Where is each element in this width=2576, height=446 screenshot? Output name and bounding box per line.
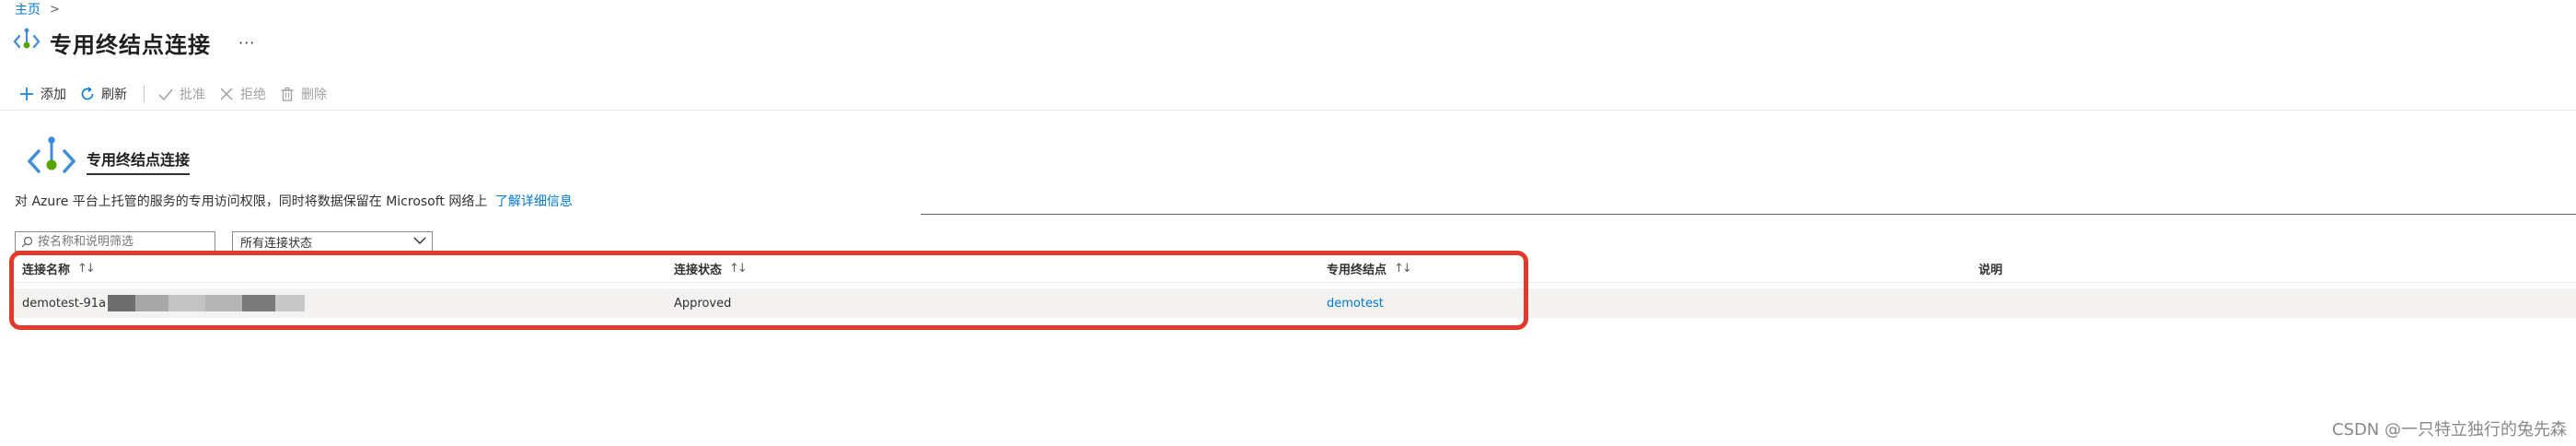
description-divider [921, 214, 2576, 215]
redacted-mosaic [108, 295, 306, 311]
connection-status-dropdown[interactable]: 所有连接状态 [232, 231, 433, 252]
connection-status-cell: Approved [674, 296, 732, 311]
approve-button[interactable]: 批准 [157, 85, 205, 103]
more-options-button[interactable]: ··· [238, 34, 255, 52]
sort-icon: ↑↓ [1394, 261, 1412, 276]
add-button[interactable]: 添加 [18, 85, 66, 103]
table-header-row: 连接名称 ↑↓ 连接状态 ↑↓ 专用终结点 ↑↓ 说明 [11, 254, 2576, 283]
column-header-private-endpoint[interactable]: 专用终结点 ↑↓ [1327, 254, 1412, 282]
toolbar-divider-line [0, 110, 2576, 111]
add-button-label: 添加 [41, 88, 66, 102]
private-endpoint-link[interactable]: demotest [1327, 297, 1384, 311]
section-description: 对 Azure 平台上托管的服务的专用访问权限，同时将数据保留在 Microso… [15, 192, 573, 210]
breadcrumb-separator: > [50, 2, 60, 17]
section-title: 专用终结点连接 [87, 147, 191, 175]
trash-icon [279, 86, 296, 102]
connection-status-selected: 所有连接状态 [240, 236, 313, 251]
checkmark-icon [157, 86, 174, 102]
watermark: CSDN @一只特立独行的兔先森 [2331, 420, 2567, 440]
private-endpoint-cell: demotest [1327, 288, 1384, 318]
chevron-down-icon [413, 235, 426, 249]
learn-more-link[interactable]: 了解详细信息 [495, 194, 573, 209]
plus-icon [18, 86, 35, 102]
sort-icon: ↑↓ [729, 261, 748, 276]
column-header-connection-name[interactable]: 连接名称 ↑↓ [22, 254, 96, 282]
column-header-connection-status[interactable]: 连接状态 ↑↓ [674, 254, 748, 282]
toolbar-divider [144, 86, 145, 102]
breadcrumb: 主页 > [15, 0, 60, 18]
page: 主页 > 专用终结点连接 ··· 添加 刷新 批准 拒绝 删除 专用终结点连接 … [0, 0, 2576, 446]
page-header: 专用终结点连接 ··· [13, 24, 255, 61]
refresh-button[interactable]: 刷新 [79, 85, 127, 103]
delete-button-label: 删除 [301, 88, 327, 102]
close-icon [218, 86, 235, 102]
table-row[interactable]: demotest-91a Approved demotest [11, 288, 2576, 318]
name-filter-box[interactable] [15, 231, 215, 252]
connection-name-cell: demotest-91a [22, 288, 306, 318]
private-endpoint-large-icon [26, 135, 77, 184]
refresh-icon [79, 86, 96, 102]
reject-button-label: 拒绝 [240, 88, 266, 102]
name-filter-input[interactable] [38, 234, 203, 249]
breadcrumb-home-link[interactable]: 主页 [15, 0, 41, 18]
column-header-description: 说明 [1978, 263, 2003, 277]
sort-icon: ↑↓ [77, 261, 96, 276]
reject-button[interactable]: 拒绝 [218, 85, 266, 103]
connections-table: 连接名称↑↓ 连接状态↑↓ 专用终结点↑↓ 说明 demotest-91a [11, 254, 2576, 318]
description-text: 对 Azure 平台上托管的服务的专用访问权限，同时将数据保留在 Microso… [15, 194, 488, 209]
approve-button-label: 批准 [180, 88, 205, 102]
refresh-button-label: 刷新 [101, 88, 127, 102]
page-title: 专用终结点连接 [50, 31, 211, 58]
private-endpoint-icon [13, 27, 41, 58]
search-icon [21, 236, 33, 248]
delete-button[interactable]: 删除 [279, 85, 327, 103]
command-bar: 添加 刷新 批准 拒绝 删除 [18, 81, 340, 107]
